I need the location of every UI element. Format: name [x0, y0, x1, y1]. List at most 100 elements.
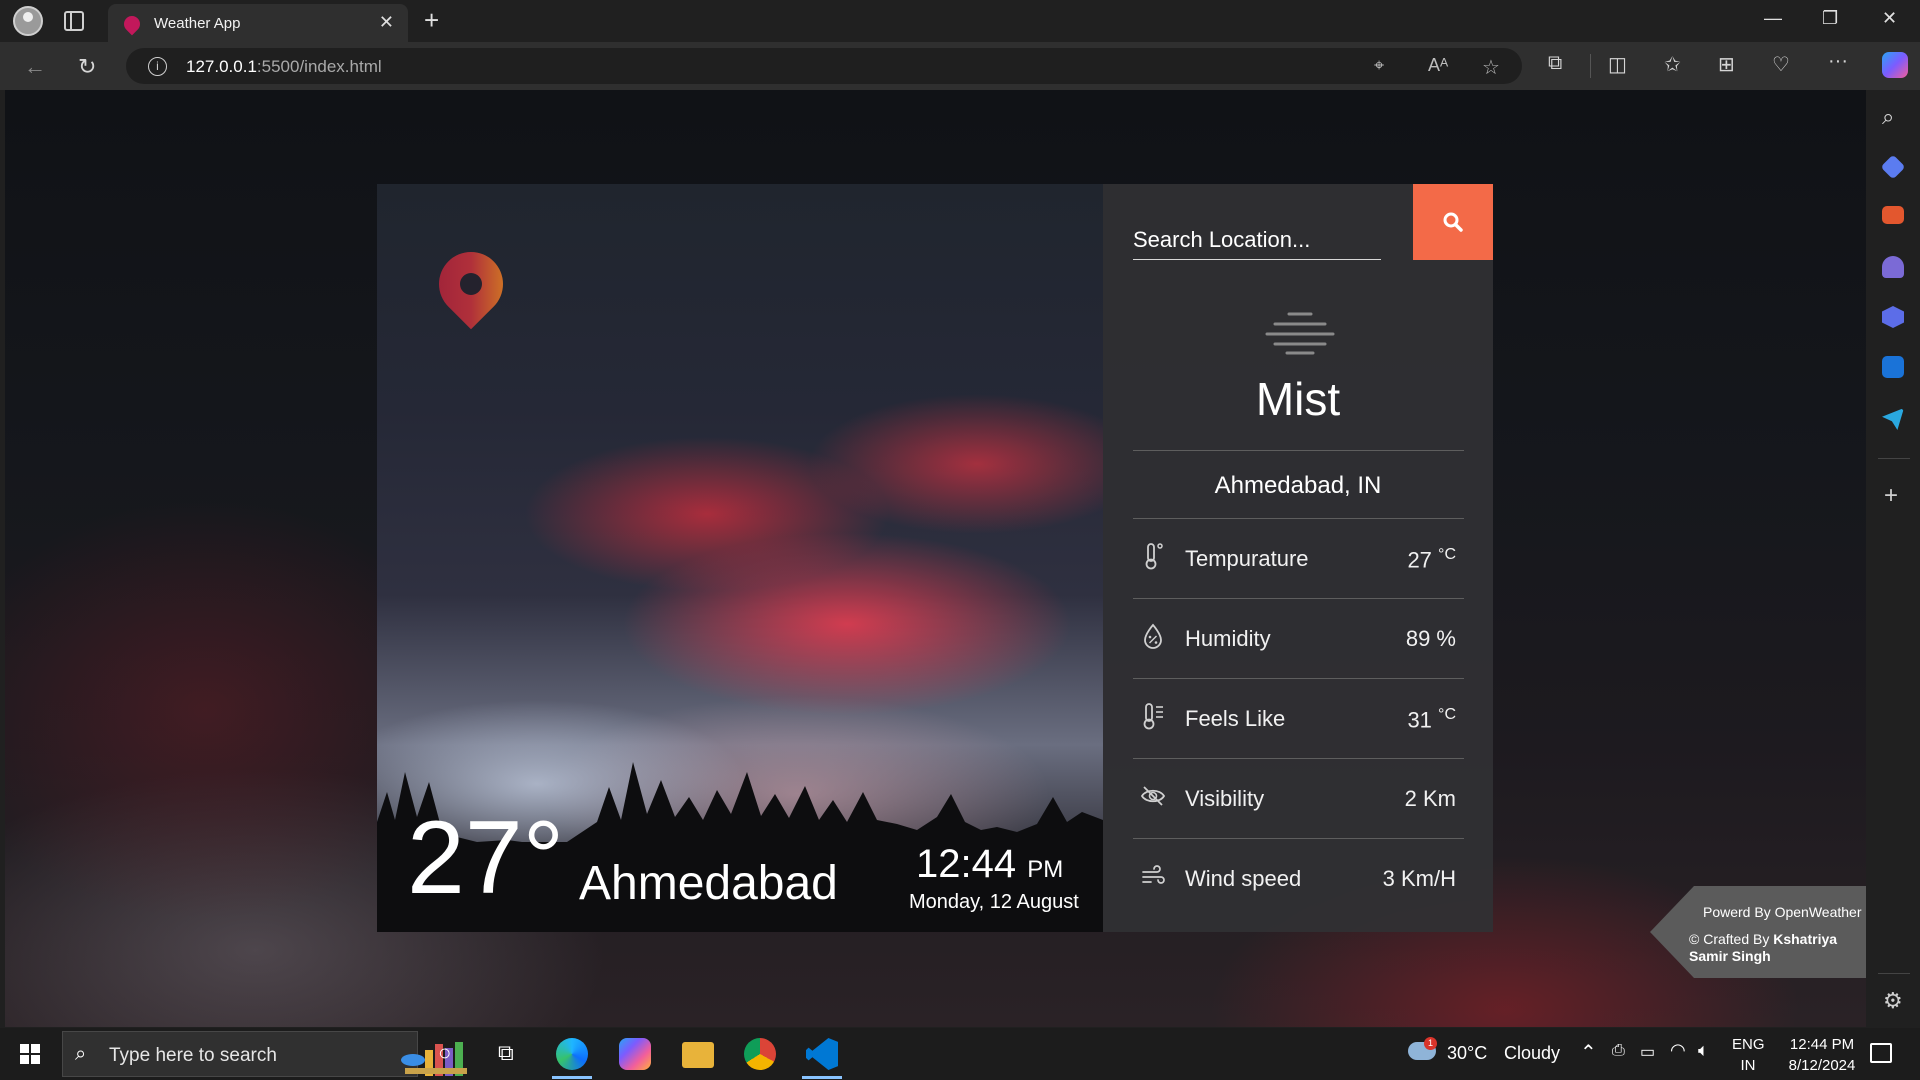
detail-label: Tempurature	[1185, 546, 1309, 571]
wind-icon	[1142, 865, 1165, 884]
weather-details-panel: Mist Ahmedabad, IN Tempurature 27 °C	[1103, 184, 1493, 932]
page-viewport: 27° Ahmedabad 12:44 PM Monday, 12 August	[5, 90, 1866, 1027]
chrome-icon[interactable]	[744, 1038, 776, 1070]
detail-label: Feels Like	[1185, 706, 1286, 731]
games-icon[interactable]	[1882, 256, 1904, 278]
powered-by-text: Powerd By OpenWeather	[1703, 904, 1862, 920]
url-text[interactable]: 127.0.0.1:5500/index.html	[186, 57, 382, 77]
divider	[1133, 450, 1464, 451]
current-temperature: 27°	[407, 800, 565, 916]
location-label: Ahmedabad, IN	[1214, 472, 1382, 499]
crafted-by-text: © Crafted By Kshatriya Samir Singh	[1689, 931, 1838, 964]
detail-row-temperature: Tempurature 27 °C	[1133, 518, 1464, 598]
back-button[interactable]: ←	[24, 54, 46, 80]
close-window-button[interactable]: ✕	[1882, 8, 1897, 29]
taskbar-clock-date[interactable]: 8/12/2024	[1776, 1057, 1868, 1074]
current-date: Monday, 12 August	[909, 891, 1079, 913]
sky-background-image: 27° Ahmedabad 12:44 PM Monday, 12 August	[377, 184, 1103, 932]
notification-center-icon[interactable]	[1870, 1043, 1892, 1063]
shopping-tag-icon[interactable]	[1880, 154, 1906, 180]
windows-start-icon[interactable]	[20, 1044, 40, 1064]
collections-icon[interactable]: ⊞	[1718, 52, 1735, 77]
vscode-icon[interactable]	[806, 1038, 838, 1070]
browser-sidebar: ⌕ + ⚙	[1866, 90, 1920, 1027]
books-illustration-icon	[401, 1042, 467, 1076]
cortana-icon[interactable]: ○	[438, 1040, 451, 1066]
detail-value: 3 Km/H	[1382, 866, 1456, 891]
search-icon	[1443, 212, 1463, 232]
detail-row-wind-speed: Wind speed 3 Km/H	[1133, 838, 1464, 918]
site-info-icon[interactable]: i	[148, 57, 167, 76]
location-pin-icon[interactable]: ⌖	[1374, 55, 1384, 76]
volume-icon[interactable]: 🔈︎	[1698, 1040, 1709, 1061]
language-indicator[interactable]: ENG	[1732, 1036, 1765, 1053]
wifi-icon[interactable]: ◠	[1670, 1040, 1686, 1061]
sidebar-settings-icon[interactable]: ⚙	[1883, 988, 1903, 1014]
send-icon[interactable]	[1882, 408, 1904, 430]
settings-menu-icon[interactable]: ···	[1828, 50, 1848, 73]
address-bar[interactable]: i 127.0.0.1:5500/index.html ⌖ Aᴬ ☆	[126, 48, 1522, 84]
address-toolbar: ← ↻ i 127.0.0.1:5500/index.html ⌖ Aᴬ ☆ ⧉…	[0, 42, 1920, 90]
detail-label: Wind speed	[1185, 866, 1302, 891]
sidebar-search-icon[interactable]: ⌕	[1882, 104, 1894, 130]
search-icon: ⌕	[75, 1043, 87, 1065]
taskbar-search-placeholder: Type here to search	[109, 1045, 277, 1066]
favorite-star-icon[interactable]: ☆	[1482, 55, 1500, 80]
detail-value: 31 °C	[1407, 706, 1456, 733]
taskbar-search-box[interactable]: ⌕ Type here to search	[62, 1031, 467, 1077]
thermometer-icon	[1145, 543, 1163, 570]
detail-value: 89 %	[1405, 626, 1456, 651]
task-view-icon[interactable]: ⧉	[498, 1040, 514, 1066]
search-button[interactable]	[1413, 184, 1493, 260]
weather-condition: Mist	[1255, 373, 1341, 425]
map-pin-icon	[425, 238, 517, 330]
minimize-button[interactable]: —	[1764, 8, 1782, 29]
weather-card: 27° Ahmedabad 12:44 PM Monday, 12 August	[377, 184, 1493, 932]
region-indicator[interactable]: IN	[1732, 1057, 1764, 1074]
active-app-indicator	[802, 1076, 842, 1079]
visibility-off-icon	[1141, 786, 1165, 806]
copilot-icon[interactable]	[1882, 52, 1908, 78]
new-tab-button[interactable]: +	[424, 5, 439, 36]
microsoft-365-icon[interactable]	[1882, 306, 1904, 328]
sidebar-divider	[1878, 973, 1910, 974]
tab-title: Weather App	[154, 15, 241, 32]
browser-essentials-icon[interactable]: ♡	[1772, 52, 1790, 77]
copilot-taskbar-icon[interactable]	[619, 1038, 651, 1070]
tab-favicon	[120, 12, 144, 36]
weather-alert-badge: 1	[1424, 1037, 1437, 1050]
favorites-icon[interactable]: ✩	[1664, 52, 1681, 77]
tab-close-icon[interactable]: ✕	[379, 12, 394, 33]
detail-label: Visibility	[1185, 786, 1265, 811]
taskbar-weather-temp[interactable]: 30°C	[1447, 1043, 1487, 1064]
tools-briefcase-icon[interactable]	[1882, 206, 1904, 224]
taskbar-weather-condition[interactable]: Cloudy	[1504, 1043, 1560, 1064]
detail-label: Humidity	[1185, 626, 1271, 651]
battery-icon[interactable]: ▭	[1640, 1042, 1655, 1062]
search-location-input[interactable]	[1133, 220, 1381, 260]
browser-tab-bar: Weather App ✕ + — ❐ ✕	[0, 0, 1920, 42]
detail-row-visibility: Visibility 2 Km	[1133, 758, 1464, 838]
browser-tab[interactable]: Weather App ✕	[108, 4, 408, 42]
file-explorer-icon[interactable]	[682, 1042, 714, 1068]
extensions-icon[interactable]: ⧉	[1548, 52, 1562, 75]
toolbar-divider	[1590, 54, 1591, 78]
add-sidebar-app-icon[interactable]: +	[1884, 482, 1898, 510]
read-aloud-icon[interactable]: Aᴬ	[1428, 55, 1448, 76]
current-time: 12:44 PM	[916, 842, 1064, 886]
meet-now-icon[interactable]: ⎙	[1612, 1042, 1625, 1060]
taskbar-clock-time[interactable]: 12:44 PM	[1776, 1036, 1868, 1053]
outlook-icon[interactable]	[1882, 356, 1904, 378]
city-name: Ahmedabad	[579, 857, 838, 910]
sidebar-divider	[1878, 458, 1910, 459]
detail-row-feels-like: Feels Like 31 °C	[1133, 678, 1464, 758]
restore-button[interactable]: ❐	[1822, 8, 1838, 29]
windows-taskbar: ⌕ Type here to search ○ ⧉ 1 30°C Cloudy …	[0, 1028, 1920, 1080]
profile-avatar[interactable]	[13, 6, 43, 36]
detail-value: 2 Km	[1404, 786, 1456, 811]
tab-actions-icon[interactable]	[64, 11, 84, 31]
reload-button[interactable]: ↻	[78, 54, 96, 80]
show-hidden-icons-chevron-icon[interactable]: ⌃	[1580, 1040, 1597, 1065]
edge-browser-icon[interactable]	[556, 1038, 588, 1070]
split-screen-icon[interactable]: ◫	[1608, 52, 1627, 77]
